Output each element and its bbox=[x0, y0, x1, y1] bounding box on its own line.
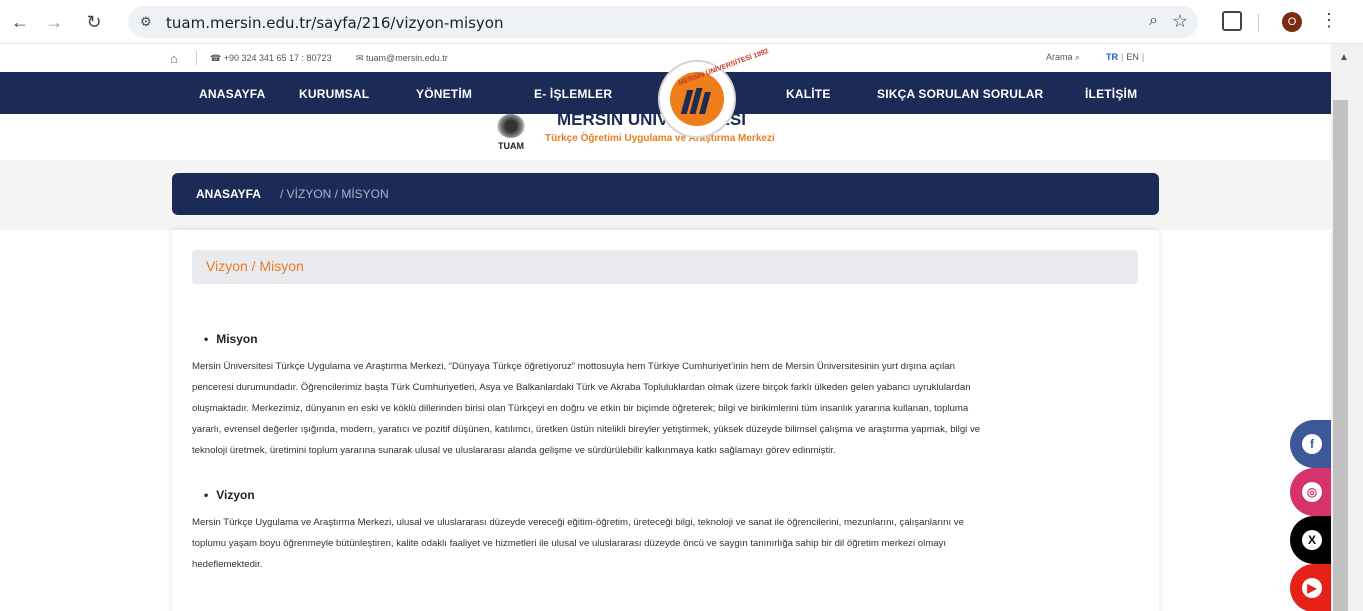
breadcrumb: ANASAYFA / VİZYON / MİSYON bbox=[172, 173, 1159, 215]
browser-toolbar: ← → ↻ ⚙ tuam.mersin.edu.tr/sayfa/216/viz… bbox=[0, 0, 1363, 44]
content-card: Vizyon / Misyon Misyon Mersin Üniversite… bbox=[172, 230, 1159, 611]
instagram-button[interactable]: ◎ bbox=[1290, 468, 1331, 516]
nav-item-kalite[interactable]: KALİTE bbox=[786, 87, 831, 101]
mission-line: yararlı, evrensel değerler ışığında, mod… bbox=[192, 424, 981, 435]
nav-item-iletisim[interactable]: İLETİŞİM bbox=[1085, 87, 1137, 101]
top-info-bar: ⌂ ☎ +90 324 341 65 17 : 80723 ✉ tuam@mer… bbox=[0, 44, 1331, 72]
vision-line: toplumu yaşam boyu öğrenmeyle bütünleşti… bbox=[192, 538, 947, 549]
youtube-button[interactable]: ▶ bbox=[1290, 564, 1331, 611]
search-link[interactable]: Arama ⌕ bbox=[1046, 52, 1080, 63]
extensions-icon[interactable] bbox=[1222, 11, 1242, 31]
breadcrumb-home[interactable]: ANASAYFA bbox=[196, 187, 261, 201]
zoom-icon[interactable]: ⌕ bbox=[1149, 12, 1158, 30]
site-settings-icon[interactable]: ⚙ bbox=[140, 13, 158, 31]
nav-item-kurumsal[interactable]: KURUMSAL bbox=[299, 87, 369, 101]
home-icon[interactable]: ⌂ bbox=[170, 51, 178, 66]
mission-heading: Misyon bbox=[204, 332, 257, 346]
url-text[interactable]: tuam.mersin.edu.tr/sayfa/216/vizyon-misy… bbox=[166, 14, 504, 32]
email-address[interactable]: tuam@mersin.edu.tr bbox=[366, 53, 448, 63]
menu-kebab-icon[interactable]: ⋮ bbox=[1320, 10, 1338, 31]
topbar-divider bbox=[196, 51, 197, 65]
search-label[interactable]: Arama bbox=[1046, 52, 1073, 62]
reload-icon[interactable]: ↻ bbox=[82, 10, 106, 34]
bookmark-star-icon[interactable]: ☆ bbox=[1172, 11, 1188, 32]
phone-info: ☎ +90 324 341 65 17 : 80723 bbox=[210, 53, 332, 63]
youtube-icon: ▶ bbox=[1302, 578, 1322, 598]
nav-item-anasayfa[interactable]: ANASAYFA bbox=[199, 87, 266, 101]
profile-avatar[interactable]: O bbox=[1282, 12, 1302, 32]
page-title-bar: Vizyon / Misyon bbox=[192, 250, 1138, 284]
scrollbar-thumb[interactable] bbox=[1333, 100, 1348, 611]
vision-line: Mersin Türkçe Uygulama ve Araştırma Merk… bbox=[192, 517, 964, 528]
center-name: Türkçe Öğretimi Uygulama ve Araştırma Me… bbox=[545, 133, 775, 144]
mission-line: Mersin Üniversitesi Türkçe Uygulama ve A… bbox=[192, 361, 955, 372]
back-arrow-icon[interactable]: ← bbox=[8, 10, 32, 34]
page-title: Vizyon / Misyon bbox=[206, 258, 304, 274]
mission-line: oluşmaktadır. Merkezimiz, dünyanın en es… bbox=[192, 403, 969, 414]
scroll-up-arrow-icon[interactable]: ▲ bbox=[1339, 52, 1349, 63]
mission-line: penceresi durumundadır. Öğrencilerimiz b… bbox=[192, 382, 971, 393]
nav-item-e-islemler[interactable]: E- İŞLEMLER bbox=[534, 87, 612, 101]
address-bar[interactable]: ⚙ tuam.mersin.edu.tr/sayfa/216/vizyon-mi… bbox=[128, 6, 1198, 38]
breadcrumb-current: / VİZYON / MİSYON bbox=[280, 187, 389, 201]
search-icon[interactable]: ⌕ bbox=[1075, 52, 1080, 62]
facebook-button[interactable]: f bbox=[1290, 420, 1331, 468]
facebook-icon: f bbox=[1302, 434, 1322, 454]
mission-line: teknoloji üretmek, üretimini toplum yara… bbox=[192, 445, 836, 456]
vision-heading: Vizyon bbox=[204, 488, 254, 502]
page-viewport: ⌂ ☎ +90 324 341 65 17 : 80723 ✉ tuam@mer… bbox=[0, 44, 1331, 611]
toolbar-divider bbox=[1258, 14, 1259, 32]
nav-item-yonetim[interactable]: YÖNETİM bbox=[416, 87, 472, 101]
email-info[interactable]: ✉ tuam@mersin.edu.tr bbox=[356, 53, 448, 64]
vision-line: hedeflemektedir. bbox=[192, 559, 263, 570]
tuam-logo-mark bbox=[497, 114, 525, 138]
phone-number: +90 324 341 65 17 : 80723 bbox=[223, 53, 332, 63]
nav-item-sss[interactable]: SIKÇA SORULAN SORULAR bbox=[877, 87, 1043, 101]
x-icon: X bbox=[1302, 530, 1322, 550]
vision-paragraph: Mersin Türkçe Uygulama ve Araştırma Merk… bbox=[192, 512, 1142, 575]
mission-paragraph: Mersin Üniversitesi Türkçe Uygulama ve A… bbox=[192, 356, 1142, 461]
instagram-icon: ◎ bbox=[1302, 482, 1322, 502]
lang-tr-link[interactable]: TR bbox=[1106, 52, 1118, 62]
lang-en-link[interactable]: EN bbox=[1126, 52, 1139, 62]
tuam-label: TUAM bbox=[498, 141, 524, 151]
x-button[interactable]: X bbox=[1290, 516, 1331, 564]
forward-arrow-icon[interactable]: → bbox=[42, 10, 66, 34]
language-switch: TR | EN | bbox=[1106, 52, 1145, 62]
